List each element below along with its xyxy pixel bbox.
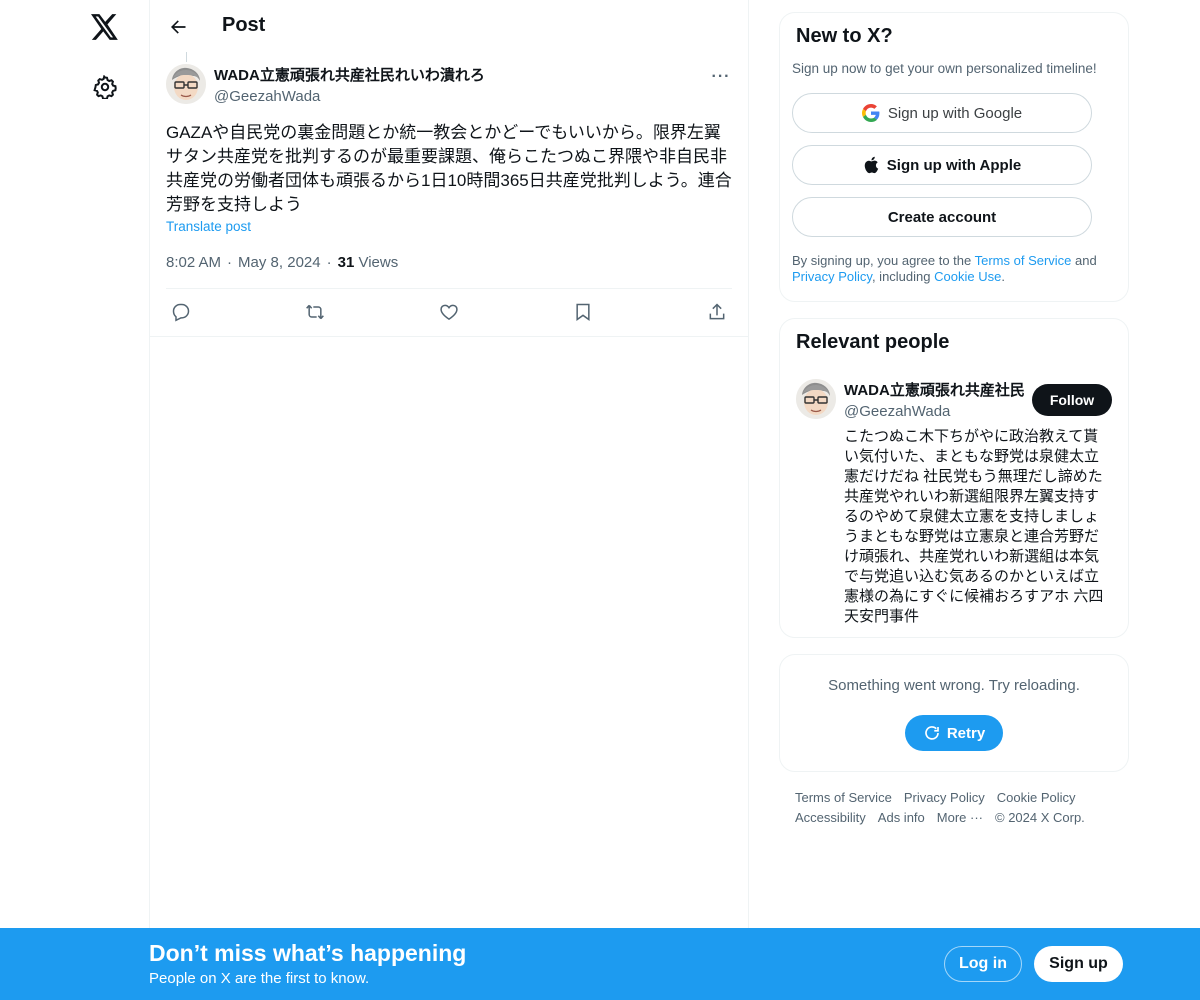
cookie-use-link[interactable]: Cookie Use — [934, 269, 1001, 284]
footer-copyright: © 2024 X Corp. — [995, 810, 1085, 825]
post-time[interactable]: 8:02 AM — [166, 254, 221, 271]
x-logo-icon[interactable] — [88, 10, 122, 44]
footer-link-accessibility[interactable]: Accessibility — [795, 808, 866, 828]
person-name[interactable]: WADA立憲頑張れ共産社民 — [844, 379, 1024, 400]
signup-button[interactable]: Sign up — [1034, 946, 1123, 982]
retry-button[interactable]: Retry — [905, 715, 1003, 751]
footer-link-cookie[interactable]: Cookie Policy — [997, 788, 1076, 808]
divider — [166, 288, 732, 289]
follow-button[interactable]: Follow — [1032, 384, 1112, 416]
footer-link-more[interactable]: More ··· — [937, 808, 983, 828]
page-header: Post — [150, 0, 748, 54]
google-icon — [861, 104, 880, 122]
left-nav — [0, 0, 149, 1000]
meta-separator: · — [326, 254, 332, 271]
bookmark-icon[interactable] — [568, 300, 598, 324]
post-actions — [166, 300, 732, 324]
terms-text: , including — [871, 269, 935, 284]
reply-icon[interactable] — [166, 300, 196, 324]
signup-card-title: New to X? — [796, 25, 893, 47]
relevant-people-title: Relevant people — [796, 331, 950, 353]
page-title: Post — [222, 14, 266, 36]
error-card: Something went wrong. Try reloading. Ret… — [779, 654, 1129, 772]
like-icon[interactable] — [434, 300, 464, 324]
main-column: Post WADA立憲頑張れ共産社民れいわ潰れろ @GeezahWada ···… — [149, 0, 749, 1000]
bottom-bar-title: Don’t miss what’s happening — [149, 940, 467, 966]
avatar[interactable] — [796, 379, 836, 419]
signup-terms: By signing up, you agree to the Terms of… — [792, 253, 1118, 285]
signup-apple-button[interactable]: Sign up with Apple — [792, 145, 1092, 185]
person-bio: こたつぬこ木下ちがやに政治教えて貰い気付いた、まともな野党は泉健太立憲だけだね … — [844, 428, 1104, 625]
relevant-people-card: Relevant people WADA立憲頑張れ共産社民 @GeezahWad… — [779, 318, 1129, 638]
error-message: Something went wrong. Try reloading. — [828, 677, 1080, 694]
login-button[interactable]: Log in — [944, 946, 1022, 982]
avatar[interactable] — [166, 64, 206, 104]
footer-link-terms[interactable]: Terms of Service — [795, 788, 892, 808]
post-date[interactable]: May 8, 2024 — [238, 254, 321, 271]
create-account-button[interactable]: Create account — [792, 197, 1092, 237]
signup-google-button[interactable]: Sign up with Google — [792, 93, 1092, 133]
translate-post-link[interactable]: Translate post — [166, 219, 251, 234]
signup-apple-label: Sign up with Apple — [886, 156, 1022, 174]
bottom-bar-subtitle: People on X are the first to know. — [149, 970, 370, 987]
more-options-icon[interactable]: ··· — [710, 68, 732, 86]
post-text: GAZAや自民党の裏金問題とか統一教会とかどーでもいいから。限界左翼サタン共産党… — [166, 123, 732, 214]
person-handle[interactable]: @GeezahWada — [844, 403, 950, 420]
thread-line — [186, 52, 187, 62]
author-name[interactable]: WADA立憲頑張れ共産社民れいわ潰れろ — [214, 64, 485, 85]
repost-icon[interactable] — [300, 300, 330, 324]
gear-icon[interactable] — [90, 72, 120, 102]
terms-text: . — [1001, 269, 1005, 284]
footer-link-privacy[interactable]: Privacy Policy — [904, 788, 985, 808]
signup-google-label: Sign up with Google — [887, 104, 1023, 122]
create-account-label: Create account — [887, 208, 997, 226]
terms-of-service-link[interactable]: Terms of Service — [975, 253, 1072, 268]
meta-separator: · — [227, 254, 233, 271]
terms-text: and — [1071, 253, 1097, 268]
views-label: Views — [358, 254, 399, 271]
signup-card-subtitle: Sign up now to get your own personalized… — [792, 61, 1097, 76]
divider — [150, 336, 748, 337]
footer-link-ads[interactable]: Ads info — [878, 808, 925, 828]
share-icon[interactable] — [702, 300, 732, 324]
privacy-policy-link[interactable]: Privacy Policy — [792, 269, 872, 284]
bottom-signup-bar: Don’t miss what’s happening People on X … — [0, 928, 1200, 1000]
refresh-icon — [923, 724, 941, 742]
terms-text: By signing up, you agree to the — [792, 253, 975, 268]
views-count: 31 — [337, 254, 355, 271]
footer-links: Terms of Service Privacy Policy Cookie Pol… — [795, 788, 1125, 828]
arrow-left-icon[interactable] — [164, 13, 192, 41]
apple-icon — [863, 156, 879, 174]
author-handle[interactable]: @GeezahWada — [214, 88, 320, 105]
signup-card: New to X? Sign up now to get your own pe… — [779, 12, 1129, 302]
retry-label: Retry — [946, 724, 986, 742]
post-meta: 8:02 AM · May 8, 2024 · 31 Views — [166, 254, 398, 271]
